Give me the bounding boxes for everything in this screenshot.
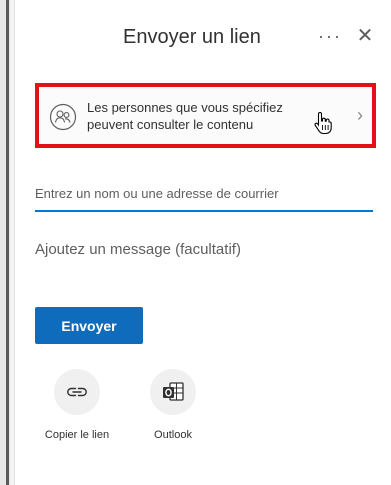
dialog-title: Envoyer un lien <box>123 26 261 48</box>
copy-link-circle[interactable] <box>54 369 100 415</box>
outlook-option[interactable]: Outlook <box>143 369 203 441</box>
outlook-icon <box>163 382 184 401</box>
outlook-label: Outlook <box>154 429 192 441</box>
left-edge-scrollbar[interactable] <box>6 0 9 485</box>
permission-line-1: Les personnes que vous spécifiez <box>87 100 283 115</box>
message-input[interactable] <box>35 232 373 266</box>
recipient-input[interactable] <box>35 176 373 212</box>
send-link-dialog: Envoyer un lien ··· ✕ Les personnes que … <box>14 0 391 485</box>
people-icon <box>49 103 77 131</box>
close-button[interactable]: ✕ <box>351 22 379 50</box>
permission-line-2: peuvent consulter le contenu <box>87 117 254 132</box>
outlook-circle[interactable] <box>150 369 196 415</box>
link-permissions-button[interactable]: Les personnes que vous spécifiez peuvent… <box>35 83 376 148</box>
permission-description: Les personnes que vous spécifiez peuvent… <box>87 99 317 133</box>
link-icon <box>67 387 87 397</box>
hand-cursor-icon <box>313 111 333 135</box>
copy-link-option[interactable]: Copier le lien <box>37 369 117 441</box>
dialog-header: Envoyer un lien ··· ✕ <box>15 0 391 72</box>
chevron-right-icon: › <box>357 105 363 125</box>
send-button[interactable]: Envoyer <box>35 307 143 344</box>
copy-link-label: Copier le lien <box>44 429 110 441</box>
more-options-button[interactable]: ··· <box>315 22 345 50</box>
left-edge <box>0 0 10 485</box>
